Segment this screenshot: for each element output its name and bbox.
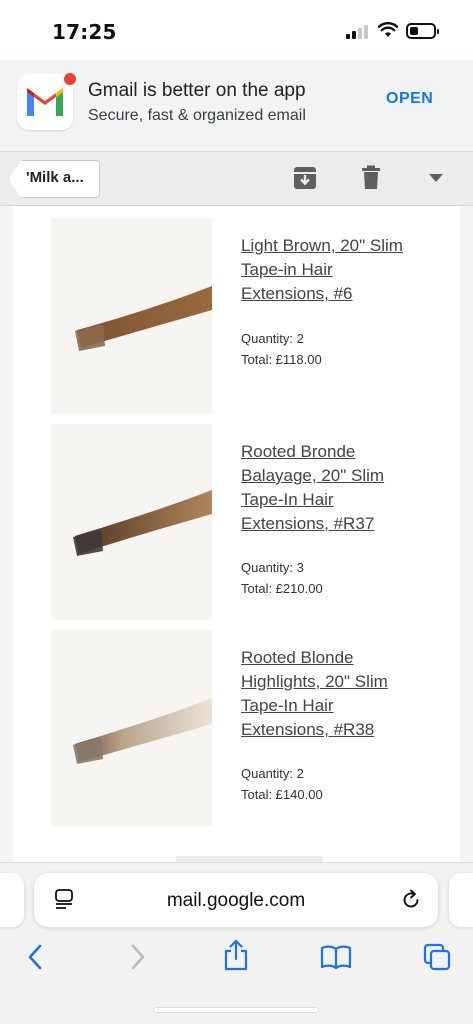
gmail-app-banner: Gmail is better on the app Secure, fast …	[0, 60, 473, 152]
product-image[interactable]	[51, 424, 212, 620]
product-total: Total: £118.00	[241, 352, 322, 367]
cellular-signal-icon	[346, 25, 368, 39]
share-icon[interactable]	[223, 939, 249, 971]
order-item: Rooted Bronde Balayage, 20" Slim Tape-In…	[51, 424, 431, 620]
product-quantity: Quantity: 3	[241, 560, 304, 575]
product-name-link[interactable]: Light Brown, 20" Slim Tape-in Hair Exten…	[241, 234, 416, 306]
order-item: Rooted Blonde Highlights, 20" Slim Tape-…	[51, 630, 431, 826]
status-bar: 17:25	[0, 0, 473, 60]
back-chevron-icon[interactable]	[26, 943, 44, 971]
product-quantity: Quantity: 2	[241, 766, 304, 781]
open-app-button[interactable]: OPEN	[386, 90, 433, 108]
url-text[interactable]: mail.google.com	[34, 890, 438, 912]
forward-chevron-icon[interactable]	[129, 943, 147, 971]
product-name-link[interactable]: Rooted Bronde Balayage, 20" Slim Tape-In…	[241, 440, 416, 536]
battery-level	[410, 27, 418, 35]
order-item: Light Brown, 20" Slim Tape-in Hair Exten…	[51, 218, 431, 414]
address-bar[interactable]: mail.google.com	[34, 873, 438, 927]
more-options-dropdown-icon[interactable]	[429, 174, 443, 182]
product-image[interactable]	[51, 218, 212, 414]
mail-toolbar: 'Milk a...	[0, 152, 473, 206]
tabs-icon[interactable]	[423, 943, 451, 971]
bookmarks-icon[interactable]	[320, 945, 352, 969]
reload-icon[interactable]	[400, 889, 422, 911]
next-tab-preview[interactable]	[449, 873, 473, 927]
browser-toolbar: mail.google.com	[0, 862, 473, 1024]
back-button-label[interactable]: 'Milk a...	[26, 169, 84, 186]
product-total: Total: £210.00	[241, 581, 323, 596]
notification-dot	[62, 71, 78, 87]
promo-title: Gmail is better on the app	[88, 80, 306, 101]
product-image[interactable]	[51, 630, 212, 826]
product-quantity: Quantity: 2	[241, 331, 304, 346]
battery-icon	[406, 23, 439, 39]
email-content: Light Brown, 20" Slim Tape-in Hair Exten…	[0, 206, 473, 862]
archive-icon[interactable]	[293, 165, 317, 191]
product-total: Total: £140.00	[241, 787, 323, 802]
trash-icon[interactable]	[360, 165, 382, 191]
email-body: Light Brown, 20" Slim Tape-in Hair Exten…	[13, 206, 460, 862]
previous-tab-preview[interactable]	[0, 873, 24, 927]
wifi-icon	[378, 22, 398, 37]
product-name-link[interactable]: Rooted Blonde Highlights, 20" Slim Tape-…	[241, 646, 416, 742]
status-time: 17:25	[52, 20, 117, 44]
promo-subtitle: Secure, fast & organized email	[88, 107, 306, 124]
home-indicator	[153, 1007, 319, 1013]
